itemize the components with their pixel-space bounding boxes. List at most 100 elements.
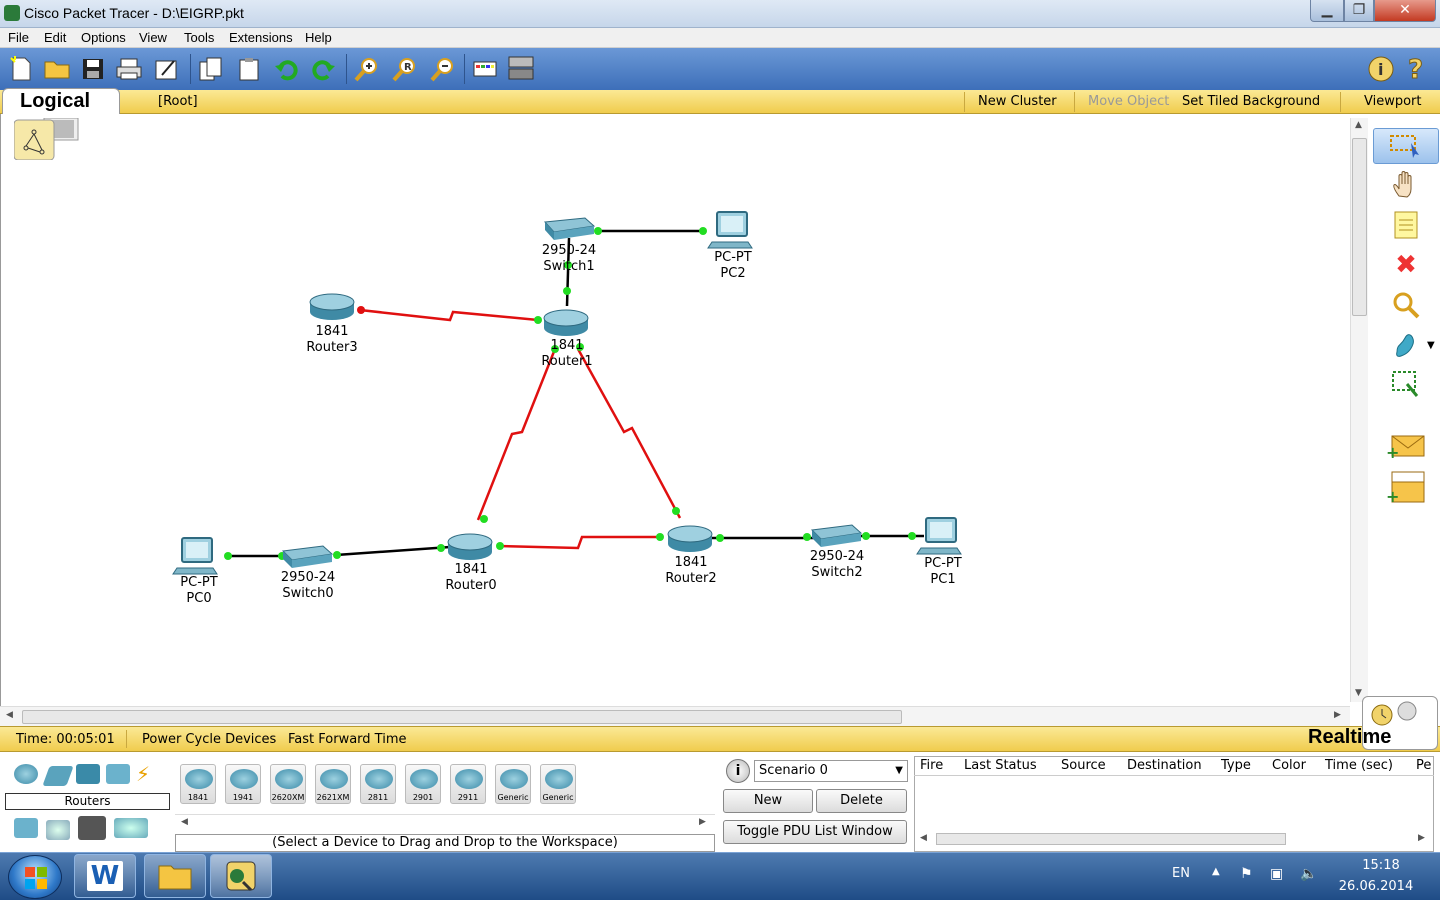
inspect-magnifier-icon[interactable]: [1384, 288, 1428, 322]
paste-icon[interactable]: [234, 54, 264, 84]
zoom-in-icon[interactable]: [352, 54, 382, 84]
router1-device[interactable]: 1841 Router1: [541, 309, 593, 369]
zoom-reset-icon[interactable]: R: [390, 54, 420, 84]
copy-icon[interactable]: [196, 54, 226, 84]
device-list-scrollbar[interactable]: ◀ ▶: [175, 814, 715, 828]
device-1841[interactable]: 1841: [180, 764, 216, 804]
add-simple-pdu-icon[interactable]: +: [1384, 428, 1428, 462]
scenario-select[interactable]: Scenario 0 ▼: [754, 760, 908, 782]
taskbar-explorer-folder-icon[interactable]: [144, 854, 206, 898]
undo-icon[interactable]: [272, 54, 302, 84]
toggle-pdu-list-button[interactable]: Toggle PDU List Window: [723, 820, 907, 844]
resize-shape-icon[interactable]: [1384, 368, 1428, 402]
redo-icon[interactable]: [308, 54, 338, 84]
delete-scenario-button[interactable]: Delete: [816, 789, 907, 813]
place-note-icon[interactable]: [1384, 208, 1428, 242]
taskbar-word-app[interactable]: W: [74, 854, 136, 898]
multiuser-connection-category-icon[interactable]: [114, 818, 148, 838]
tray-clock-time[interactable]: 15:18: [1346, 858, 1416, 873]
open-folder-icon[interactable]: [42, 54, 72, 84]
pc2-device[interactable]: PC-PT PC2: [707, 211, 753, 281]
switch0-device[interactable]: 2950-24 Switch0: [281, 545, 335, 601]
device-2620xm[interactable]: 2620XM: [270, 764, 306, 804]
save-icon[interactable]: [78, 54, 108, 84]
custom-devices-dialog-icon[interactable]: [506, 54, 536, 84]
shape-dropdown-arrow-icon[interactable]: ▼: [1427, 340, 1435, 351]
hubs-category-icon[interactable]: [76, 764, 100, 784]
custom-made-devices-category-icon[interactable]: [78, 816, 106, 840]
routers-category-icon[interactable]: [14, 764, 38, 784]
pdu-col-last-status[interactable]: Last Status: [964, 758, 1037, 773]
move-object-button[interactable]: Move Object: [1088, 94, 1169, 109]
pdu-col-source[interactable]: Source: [1061, 758, 1106, 773]
menu-options[interactable]: Options: [81, 30, 126, 45]
viewport-button[interactable]: Viewport: [1364, 94, 1422, 109]
switch2-device[interactable]: 2950-24 Switch2: [810, 524, 864, 580]
move-layout-hand-icon[interactable]: [1384, 168, 1428, 202]
fast-forward-time-button[interactable]: Fast Forward Time: [288, 732, 406, 747]
action-center-flag-icon[interactable]: ⚑: [1240, 866, 1253, 882]
new-scenario-button[interactable]: New: [723, 789, 813, 813]
pdu-col-type[interactable]: Type: [1221, 758, 1251, 773]
pc1-device[interactable]: PC-PT PC1: [916, 517, 962, 587]
wan-emulation-category-icon[interactable]: [46, 820, 70, 840]
network-icon[interactable]: ▣: [1270, 866, 1283, 882]
device-2901[interactable]: 2901: [405, 764, 441, 804]
horizontal-scroll-thumb[interactable]: [22, 710, 902, 724]
end-devices-category-icon[interactable]: [14, 818, 38, 838]
router0-device[interactable]: 1841 Router0: [445, 533, 497, 593]
menu-edit[interactable]: Edit: [44, 30, 66, 45]
taskbar-packet-tracer-app-icon[interactable]: [210, 854, 272, 898]
menu-tools[interactable]: Tools: [184, 30, 214, 45]
device-2621xm[interactable]: 2621XM: [315, 764, 351, 804]
print-icon[interactable]: [114, 54, 144, 84]
tray-clock-date[interactable]: 26.06.2014: [1336, 879, 1416, 894]
menu-extensions[interactable]: Extensions: [229, 30, 293, 45]
pdu-col-periodic[interactable]: Pe: [1416, 758, 1431, 773]
minimize-button[interactable]: ▁: [1310, 0, 1344, 22]
start-button-windows-logo-icon[interactable]: [8, 855, 62, 899]
root-breadcrumb[interactable]: [Root]: [158, 94, 198, 109]
tray-language-indicator[interactable]: EN: [1172, 866, 1190, 881]
menu-help[interactable]: Help: [305, 30, 332, 45]
device-generic-1[interactable]: Generic: [495, 764, 531, 804]
zoom-out-icon[interactable]: [428, 54, 458, 84]
device-generic-2[interactable]: Generic: [540, 764, 576, 804]
close-button[interactable]: ✕: [1374, 0, 1436, 22]
workspace-vertical-scrollbar[interactable]: ▲ ▼: [1350, 118, 1368, 702]
workspace-horizontal-scrollbar[interactable]: ◀ ▶: [0, 706, 1350, 726]
set-tiled-background-button[interactable]: Set Tiled Background: [1182, 94, 1320, 109]
volume-speaker-icon[interactable]: 🔈: [1300, 866, 1317, 882]
help-question-icon[interactable]: ?: [1402, 54, 1432, 85]
show-hidden-icons-chevron-up-icon[interactable]: ▲: [1212, 866, 1220, 877]
delete-icon[interactable]: ✖: [1384, 248, 1428, 282]
vertical-scroll-thumb[interactable]: [1352, 138, 1367, 316]
add-complex-pdu-icon[interactable]: +: [1384, 470, 1428, 504]
switch1-device[interactable]: 2950-24 Switch1: [542, 217, 596, 274]
maximize-button[interactable]: ❐: [1344, 0, 1374, 22]
connections-category-icon[interactable]: ⚡: [136, 764, 160, 784]
draw-shape-icon[interactable]: [1384, 328, 1428, 362]
router3-device[interactable]: 1841 Router3: [306, 293, 358, 355]
device-2811[interactable]: 2811: [360, 764, 396, 804]
menu-file[interactable]: File: [8, 30, 29, 45]
power-cycle-devices-button[interactable]: Power Cycle Devices: [142, 732, 276, 747]
new-cluster-button[interactable]: New Cluster: [978, 94, 1057, 109]
pdu-col-destination[interactable]: Destination: [1127, 758, 1202, 773]
device-1941[interactable]: 1941: [225, 764, 261, 804]
scenario-info-icon[interactable]: i: [726, 759, 750, 783]
pdu-col-color[interactable]: Color: [1272, 758, 1306, 773]
pdu-table-scrollbar[interactable]: ◀ ▶: [916, 832, 1432, 846]
menu-view[interactable]: View: [139, 30, 167, 45]
router2-device[interactable]: 1841 Router2: [665, 525, 717, 586]
pdu-col-time[interactable]: Time (sec): [1325, 758, 1393, 773]
select-tool-icon[interactable]: [1373, 128, 1439, 164]
device-2911[interactable]: 2911: [450, 764, 486, 804]
wireless-devices-category-icon[interactable]: [106, 764, 130, 784]
pdu-col-fire[interactable]: Fire: [920, 758, 943, 773]
drawing-palette-icon[interactable]: [470, 54, 500, 84]
info-icon[interactable]: i: [1366, 54, 1396, 84]
new-file-icon[interactable]: [6, 54, 36, 84]
pc0-device[interactable]: PC-PT PC0: [172, 537, 218, 606]
activity-wizard-icon[interactable]: [152, 54, 182, 84]
